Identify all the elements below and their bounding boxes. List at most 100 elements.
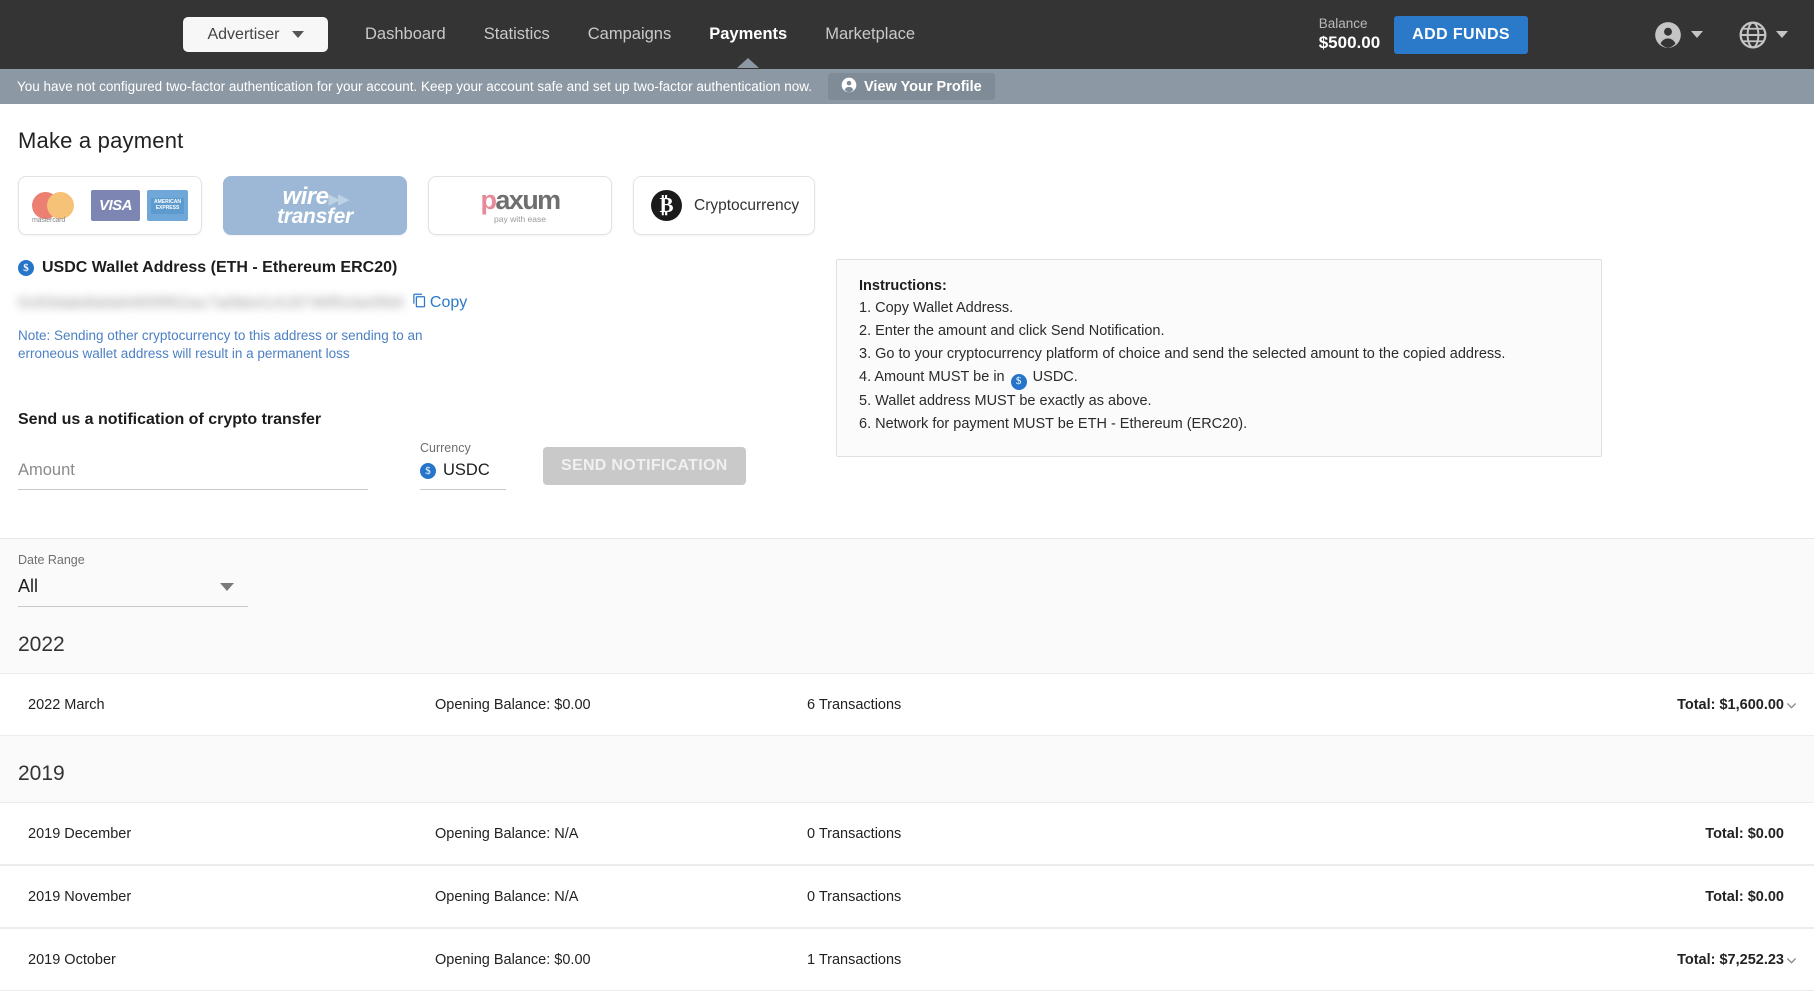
wallet-address-heading: $ USDC Wallet Address (ETH - Ethereum ER… <box>18 259 818 277</box>
instructions-heading: Instructions: <box>859 278 1579 294</box>
currency-label: Currency <box>420 441 506 455</box>
language-menu[interactable] <box>1739 21 1788 49</box>
account-type-label: Advertiser <box>207 26 279 44</box>
transaction-total: Total: $7,252.23 <box>1227 952 1814 968</box>
transaction-opening-balance: Opening Balance: $0.00 <box>435 952 807 968</box>
main-content: Make a payment mastercard VISA AMERICAN … <box>0 128 1814 490</box>
chevron-down-icon[interactable] <box>1776 31 1788 38</box>
visa-icon: VISA <box>91 190 140 221</box>
paxum-logo: paxum pay with ease <box>480 187 559 224</box>
usdc-coin-icon: $ <box>1011 374 1027 390</box>
send-notification-button[interactable]: SEND NOTIFICATION <box>543 447 746 485</box>
transaction-month: 2019 December <box>0 826 435 842</box>
paxum-name-accent: p <box>480 185 495 215</box>
nav-link-campaigns[interactable]: Campaigns <box>588 25 671 44</box>
date-range-label: Date Range <box>18 553 1796 567</box>
transaction-total: Total: $0.00 <box>1227 889 1814 905</box>
visa-wordmark: VISA <box>99 197 132 214</box>
balance-label: Balance <box>1319 15 1380 32</box>
wallet-address-heading-text: USDC Wallet Address (ETH - Ethereum ERC2… <box>42 259 397 277</box>
date-range-filter: Date Range All <box>0 539 1814 607</box>
nav-link-marketplace[interactable]: Marketplace <box>825 25 915 44</box>
nav-right-cluster: Balance $500.00 ADD FUNDS <box>1319 0 1814 69</box>
wire-transfer-logo: wire▶▶ transfer <box>277 185 353 227</box>
notify-form-title: Send us a notification of crypto transfe… <box>18 411 818 429</box>
transaction-row[interactable]: 2019 NovemberOpening Balance: N/A0 Trans… <box>0 865 1814 928</box>
page-title: Make a payment <box>18 128 1796 154</box>
chevron-down-icon <box>292 31 304 38</box>
amount-input[interactable] <box>18 456 368 490</box>
wallet-address-row: 0x93dabi8afa6465f952ac7a0bb41418746f0cbe… <box>18 293 818 313</box>
currency-value: USDC <box>443 461 490 480</box>
transaction-row[interactable]: 2022 MarchOpening Balance: $0.006 Transa… <box>0 673 1814 736</box>
copy-address-button[interactable]: Copy <box>412 293 467 313</box>
top-navigation-bar: Advertiser Dashboard Statistics Campaigns P… <box>0 0 1814 69</box>
transaction-count: 0 Transactions <box>807 889 1227 905</box>
wallet-warning-note: Note: Sending other cryptocurrency to th… <box>18 327 478 363</box>
copy-icon <box>412 293 427 313</box>
nav-link-statistics[interactable]: Statistics <box>484 25 550 44</box>
chevron-down-icon <box>220 583 234 591</box>
transaction-row[interactable]: 2019 DecemberOpening Balance: N/A0 Trans… <box>0 802 1814 865</box>
wallet-section: $ USDC Wallet Address (ETH - Ethereum ER… <box>18 259 1796 490</box>
transaction-count: 0 Transactions <box>807 826 1227 842</box>
account-circle-icon[interactable] <box>1654 21 1682 49</box>
usdc-coin-icon: $ <box>420 463 436 479</box>
payment-method-cryptocurrency[interactable]: ₿ Cryptocurrency <box>633 176 815 235</box>
payment-method-list: mastercard VISA AMERICAN EXPRESS wire▶▶ … <box>18 176 1796 235</box>
notify-form: Currency $ USDC SEND NOTIFICATION <box>18 441 818 490</box>
amex-icon: AMERICAN EXPRESS <box>147 190 188 221</box>
transaction-opening-balance: Opening Balance: $0.00 <box>435 697 807 713</box>
instruction-item-currency: 4. Amount MUST be in $ USDC. <box>859 366 1579 390</box>
balance-display: Balance $500.00 <box>1319 15 1380 54</box>
transaction-year-heading: 2022 <box>0 607 1814 673</box>
date-range-select[interactable]: All <box>18 572 248 607</box>
currency-field[interactable]: Currency $ USDC <box>420 441 506 490</box>
payment-method-credit-cards[interactable]: mastercard VISA AMERICAN EXPRESS <box>18 176 202 235</box>
view-your-profile-label: View Your Profile <box>864 79 982 95</box>
transaction-year-heading: 2019 <box>0 736 1814 802</box>
amex-wordmark: AMERICAN EXPRESS <box>151 200 184 211</box>
transaction-total: Total: $0.00 <box>1227 826 1814 842</box>
instruction-item-prefix: 4. Amount MUST be in <box>859 369 1005 385</box>
nav-links: Dashboard Statistics Campaigns Payments Mark… <box>365 25 915 44</box>
wallet-address-value: 0x93dabi8afa6465f952ac7a0bb41418746f0cbe… <box>18 294 404 313</box>
mastercard-icon: mastercard <box>32 188 84 224</box>
wallet-details: $ USDC Wallet Address (ETH - Ethereum ER… <box>18 259 818 490</box>
transaction-month: 2019 November <box>0 889 435 905</box>
globe-icon[interactable] <box>1739 21 1767 49</box>
paxum-name: axum <box>495 185 559 215</box>
two-factor-warning-banner: You have not configured two-factor authe… <box>0 69 1814 104</box>
transaction-row[interactable]: 2019 OctoberOpening Balance: $0.001 Tran… <box>0 928 1814 991</box>
instruction-item: 3. Go to your cryptocurrency platform of… <box>859 343 1579 366</box>
nav-link-dashboard[interactable]: Dashboard <box>365 25 446 44</box>
transaction-opening-balance: Opening Balance: N/A <box>435 826 807 842</box>
balance-value: $500.00 <box>1319 32 1380 54</box>
account-type-selector[interactable]: Advertiser <box>183 17 328 52</box>
transaction-groups: 20222022 MarchOpening Balance: $0.006 Tr… <box>0 607 1814 991</box>
payment-method-paxum[interactable]: paxum pay with ease <box>428 176 612 235</box>
transaction-total: Total: $1,600.00 <box>1227 697 1814 713</box>
bitcoin-icon: ₿ <box>651 190 682 221</box>
account-menu[interactable] <box>1654 21 1703 49</box>
nav-link-payments[interactable]: Payments <box>709 25 787 44</box>
transaction-month: 2019 October <box>0 952 435 968</box>
account-circle-icon <box>841 77 857 97</box>
transaction-count: 1 Transactions <box>807 952 1227 968</box>
instruction-item: 5. Wallet address MUST be exactly as abo… <box>859 390 1579 413</box>
instruction-item: 2. Enter the amount and click Send Notif… <box>859 320 1579 343</box>
paxum-tagline: pay with ease <box>480 215 559 224</box>
payment-method-wire-transfer[interactable]: wire▶▶ transfer <box>223 176 407 235</box>
view-your-profile-button[interactable]: View Your Profile <box>828 73 995 100</box>
mastercard-wordmark: mastercard <box>32 217 65 224</box>
chevron-down-icon[interactable] <box>1691 31 1703 38</box>
chevron-down-icon[interactable] <box>1785 699 1798 712</box>
chevron-down-icon[interactable] <box>1785 954 1798 967</box>
add-funds-button[interactable]: ADD FUNDS <box>1394 16 1528 54</box>
transaction-count: 6 Transactions <box>807 697 1227 713</box>
transaction-month: 2022 March <box>0 697 435 713</box>
copy-label: Copy <box>430 294 467 312</box>
instruction-item-suffix: USDC. <box>1033 369 1078 385</box>
transactions-section: Date Range All 20222022 MarchOpening Bal… <box>0 538 1814 991</box>
usdc-coin-icon: $ <box>18 260 34 276</box>
